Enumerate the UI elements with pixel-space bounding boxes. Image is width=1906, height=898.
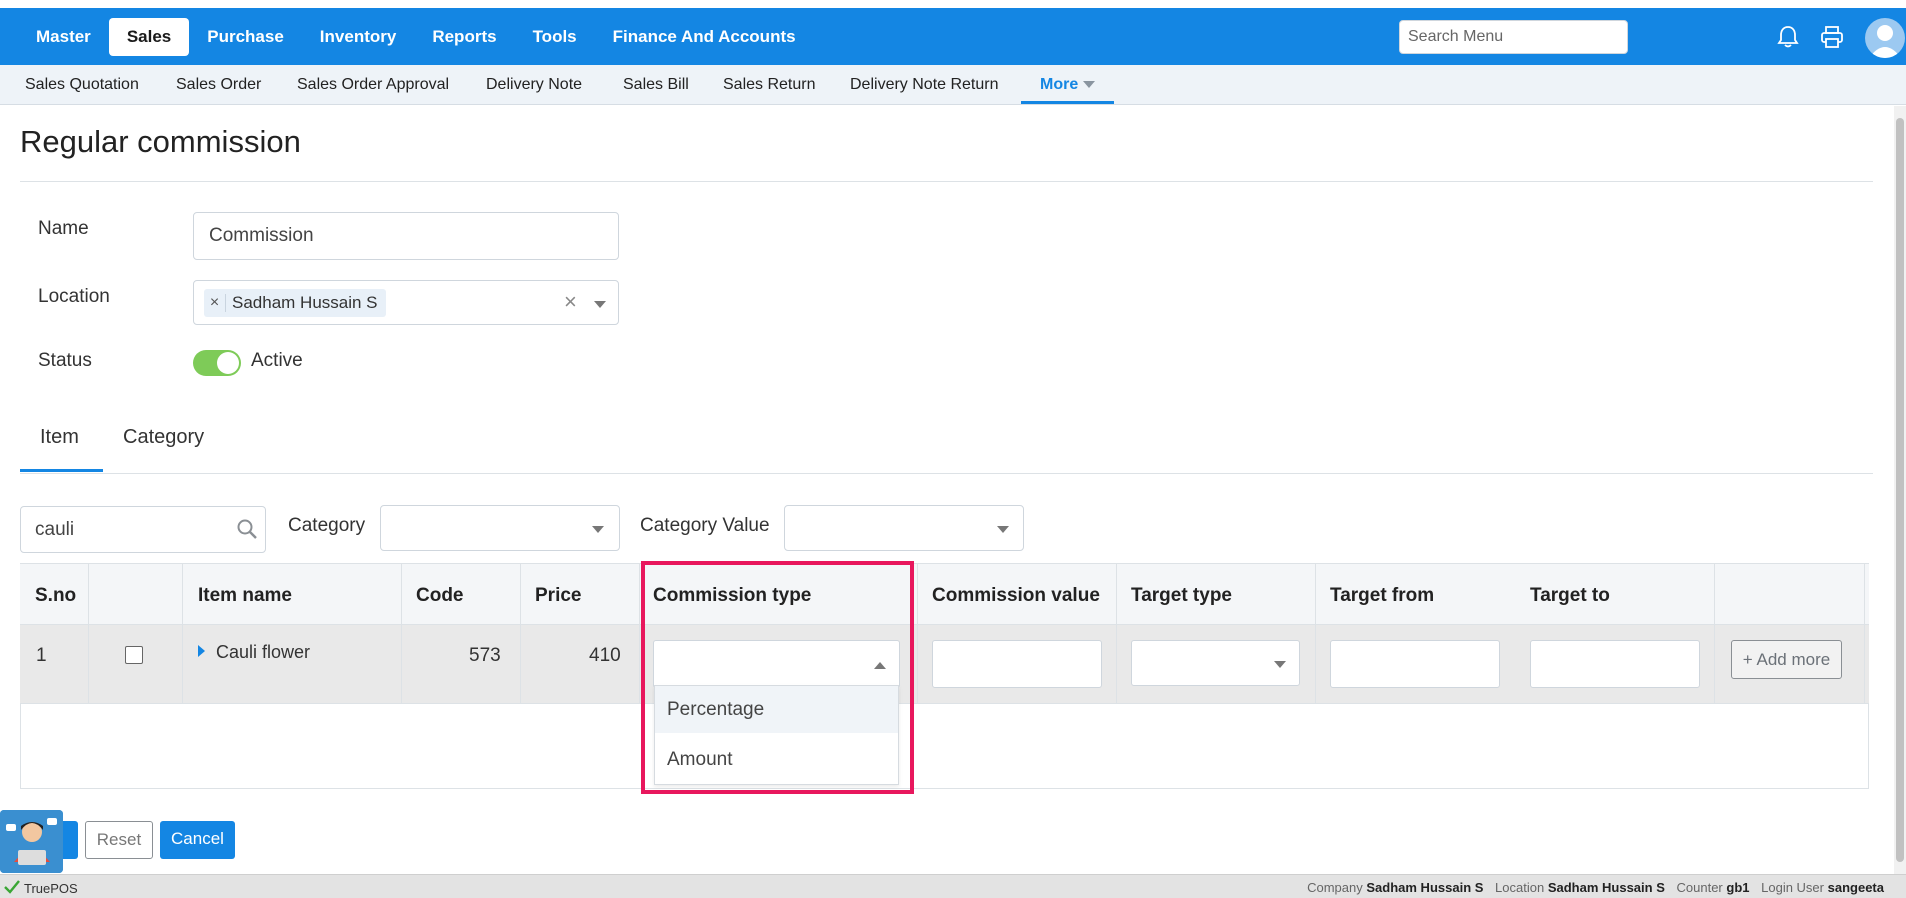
category-value-filter-label: Category Value (640, 515, 770, 536)
tabs-divider (20, 473, 1873, 474)
top-navbar: Master Sales Purchase Inventory Reports … (0, 8, 1906, 65)
subnav-sales-bill[interactable]: Sales Bill (623, 65, 689, 104)
chevron-down-icon (1083, 81, 1096, 89)
chevron-down-icon (997, 526, 1009, 533)
cell-item-name: Cauli flower (216, 642, 311, 662)
header-target-type: Target type (1131, 585, 1233, 606)
item-search-input[interactable] (20, 506, 266, 553)
header-code: Code (416, 585, 464, 606)
target-from-input[interactable] (1330, 640, 1500, 688)
commission-value-input[interactable] (932, 640, 1102, 688)
subnav-sales-order-approval[interactable]: Sales Order Approval (297, 65, 449, 104)
menu-sales[interactable]: Sales (108, 18, 190, 56)
search-icon[interactable] (236, 518, 258, 540)
target-to-input[interactable] (1530, 640, 1700, 688)
bell-icon[interactable] (1773, 22, 1803, 52)
column-divider (639, 563, 640, 704)
page-scrollbar-thumb[interactable] (1896, 118, 1904, 862)
counter-label: Counter (1676, 880, 1723, 895)
column-divider (1315, 563, 1316, 704)
company-label: Company (1307, 880, 1363, 895)
column-divider (401, 563, 402, 704)
company-value: Sadham Hussain S (1366, 880, 1484, 895)
page-title: Regular commission (20, 124, 301, 159)
sales-subnav: Sales Quotation Sales Order Sales Order … (0, 65, 1906, 105)
column-divider (1714, 563, 1715, 704)
chevron-down-icon (1274, 661, 1286, 668)
status-value: Active (251, 350, 303, 371)
location-status-label: Location (1495, 880, 1545, 895)
name-label: Name (38, 218, 89, 239)
menu-master[interactable]: Master (18, 18, 109, 56)
chip-remove-icon[interactable]: × (204, 294, 226, 312)
menu-inventory[interactable]: Inventory (302, 18, 415, 56)
location-status-value: Sadham Hussain S (1547, 880, 1665, 895)
header-commission-value: Commission value (932, 585, 1100, 606)
login-user-label: Login User (1761, 880, 1824, 895)
column-divider (182, 563, 183, 704)
status-toggle[interactable] (193, 350, 241, 376)
cancel-button[interactable]: Cancel (160, 821, 235, 859)
subnav-delivery-note[interactable]: Delivery Note (486, 65, 582, 104)
column-divider (1116, 563, 1117, 704)
reset-button[interactable]: Reset (85, 821, 153, 859)
header-target-to: Target to (1530, 585, 1610, 606)
header-item-name: Item name (198, 585, 292, 606)
printer-icon[interactable] (1817, 22, 1847, 52)
status-right: Company Sadham Hussain S Location Sadham… (1307, 880, 1884, 895)
column-divider (520, 563, 521, 704)
chevron-down-icon (592, 526, 604, 533)
category-value-filter-select[interactable] (784, 505, 1024, 551)
menu-finance-and-accounts[interactable]: Finance And Accounts (595, 18, 814, 56)
more-label: More (1040, 76, 1079, 93)
status-left: TruePOS (4, 880, 78, 897)
header-price: Price (535, 585, 582, 606)
name-input[interactable] (193, 212, 619, 260)
login-user-value: sangeeta (1827, 880, 1884, 895)
expand-arrow-icon[interactable] (198, 645, 205, 657)
cell-code: 573 (469, 645, 501, 666)
column-divider (917, 563, 918, 704)
subnav-more[interactable]: More (1021, 65, 1115, 104)
location-chip: × Sadham Hussain S (204, 289, 386, 317)
search-menu-input[interactable] (1399, 20, 1628, 54)
title-divider (20, 181, 1873, 182)
chevron-down-icon[interactable] (594, 301, 606, 308)
tab-category[interactable]: Category (123, 426, 204, 449)
status-label: Status (38, 350, 92, 371)
location-label: Location (38, 286, 110, 307)
cell-sno: 1 (36, 645, 47, 666)
column-divider (1864, 563, 1865, 704)
category-filter-label: Category (288, 515, 366, 536)
counter-value: gb1 (1726, 880, 1750, 895)
annotation-highlight-box (641, 561, 914, 794)
header-sno: S.no (35, 585, 77, 606)
active-tab-indicator (20, 469, 103, 472)
main-menu: Master Sales Purchase Inventory Reports … (18, 18, 814, 56)
clear-icon[interactable]: × (564, 289, 577, 315)
subnav-sales-quotation[interactable]: Sales Quotation (25, 65, 139, 104)
cell-price: 410 (589, 645, 621, 666)
location-chip-label: Sadham Hussain S (232, 293, 378, 312)
menu-purchase[interactable]: Purchase (189, 18, 302, 56)
location-multiselect[interactable]: × Sadham Hussain S × (193, 280, 619, 325)
toggle-knob (217, 352, 239, 374)
subnav-delivery-note-return[interactable]: Delivery Note Return (850, 65, 999, 104)
tab-item[interactable]: Item (40, 426, 79, 449)
app-name: TruePOS (24, 881, 78, 896)
category-filter-select[interactable] (380, 505, 620, 551)
subnav-sales-return[interactable]: Sales Return (723, 65, 816, 104)
add-more-button[interactable]: + Add more (1731, 640, 1842, 679)
header-target-from: Target from (1330, 585, 1435, 606)
menu-tools[interactable]: Tools (515, 18, 595, 56)
user-avatar[interactable] (1865, 18, 1905, 58)
support-assistant-icon[interactable] (0, 810, 63, 873)
target-type-select[interactable] (1131, 640, 1300, 686)
row-select-checkbox[interactable] (125, 646, 143, 664)
menu-reports[interactable]: Reports (414, 18, 514, 56)
status-bar: TruePOS Company Sadham Hussain S Locatio… (0, 874, 1906, 898)
subnav-sales-order[interactable]: Sales Order (176, 65, 261, 104)
column-divider (88, 563, 89, 704)
check-icon (4, 880, 20, 897)
